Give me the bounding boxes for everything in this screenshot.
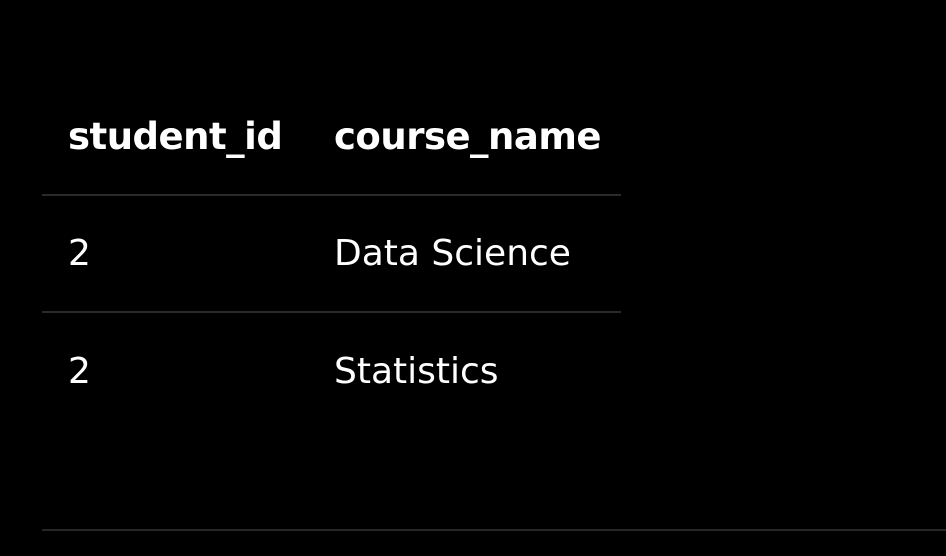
- cell-course-name: Statistics: [334, 350, 499, 392]
- column-header-course-name: course_name: [334, 78, 621, 196]
- cell-course-name: Data Science: [334, 195, 621, 313]
- table-row: 2 Data Science: [42, 195, 621, 313]
- header-row: student_id course_name: [42, 78, 621, 196]
- table-header: student_id course_name: [42, 78, 621, 196]
- table-body: 2 Data Science 2 Statistics: [42, 195, 621, 429]
- cell-student-id: 2: [42, 195, 334, 313]
- bottom-divider: [42, 529, 946, 531]
- cell-student-id: 2: [68, 350, 91, 392]
- column-header-student-id: student_id: [42, 78, 334, 196]
- table-row: 2 Statistics: [42, 312, 621, 429]
- results-table: student_id course_name 2 Data Science 2 …: [42, 78, 621, 429]
